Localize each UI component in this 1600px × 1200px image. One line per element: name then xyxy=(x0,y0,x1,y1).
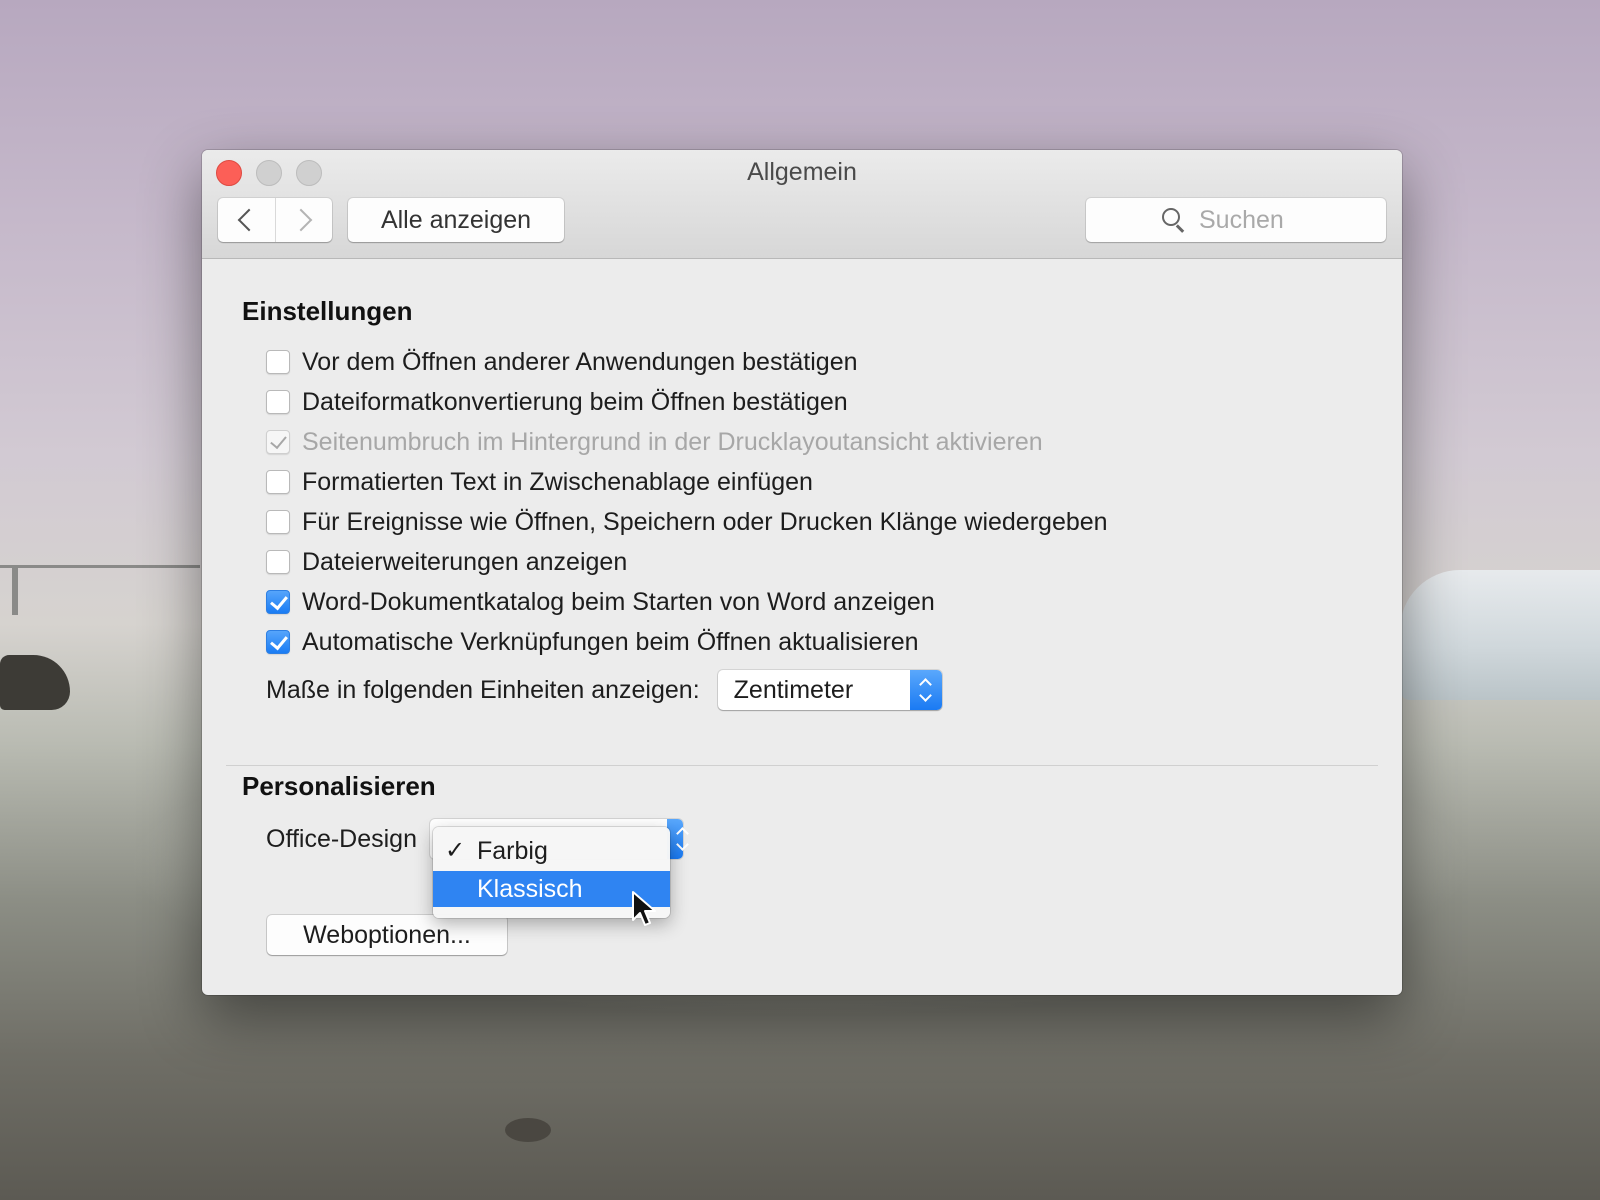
settings-checkbox-list: Vor dem Öffnen anderer Anwendungen bestä… xyxy=(266,342,1108,662)
preferences-window: Allgemein Alle anzeigen Einstellungen Vo… xyxy=(202,150,1402,995)
office-design-row: Office-Design xyxy=(266,819,417,859)
forward-button[interactable] xyxy=(274,198,333,242)
checkbox[interactable] xyxy=(266,550,290,574)
mouse-pointer-icon xyxy=(632,891,656,926)
chevron-left-icon xyxy=(237,208,261,232)
units-label: Maße in folgenden Einheiten anzeigen: xyxy=(266,675,700,704)
checkbox-row[interactable]: Vor dem Öffnen anderer Anwendungen bestä… xyxy=(266,342,1108,382)
checkbox-label[interactable]: Für Ereignisse wie Öffnen, Speichern ode… xyxy=(302,508,1108,537)
menu-item-farbig[interactable]: ✓ Farbig xyxy=(433,833,670,869)
show-all-button[interactable]: Alle anzeigen xyxy=(348,198,564,242)
background-rock xyxy=(0,655,70,710)
checkbox-label: Seitenumbruch im Hintergrund in der Druc… xyxy=(302,427,1043,456)
checkbox[interactable] xyxy=(266,390,290,414)
background-pebble xyxy=(505,1118,551,1142)
checkbox-row[interactable]: Dateiformatkonvertierung beim Öffnen bes… xyxy=(266,382,1108,422)
checkbox-label[interactable]: Dateiformatkonvertierung beim Öffnen bes… xyxy=(302,388,848,417)
search-icon xyxy=(1161,207,1187,233)
checkmark-icon: ✓ xyxy=(445,837,466,864)
back-button[interactable] xyxy=(218,198,275,242)
chevron-right-icon xyxy=(289,208,313,232)
checkbox-row: Seitenumbruch im Hintergrund in der Druc… xyxy=(266,422,1108,462)
checkbox-row[interactable]: Word-Dokumentkatalog beim Starten von Wo… xyxy=(266,582,1108,622)
search-input[interactable] xyxy=(1197,204,1311,236)
checkbox[interactable] xyxy=(266,510,290,534)
office-design-label: Office-Design xyxy=(266,824,417,853)
background-ice xyxy=(1400,570,1600,700)
navigation-buttons xyxy=(218,198,332,242)
checkbox-row[interactable]: Automatische Verknüpfungen beim Öffnen a… xyxy=(266,622,1108,662)
search-field[interactable] xyxy=(1086,198,1386,242)
checkbox-row[interactable]: Für Ereignisse wie Öffnen, Speichern ode… xyxy=(266,502,1108,542)
checkbox-row[interactable]: Formatierten Text in Zwischenablage einf… xyxy=(266,462,1108,502)
background-bridge xyxy=(0,565,200,568)
background-bridge-tower xyxy=(12,565,18,615)
checkbox-label[interactable]: Word-Dokumentkatalog beim Starten von Wo… xyxy=(302,588,935,617)
units-popup[interactable]: Zentimeter xyxy=(717,670,942,710)
titlebar: Allgemein Alle anzeigen xyxy=(202,150,1402,259)
units-row: Maße in folgenden Einheiten anzeigen: Ze… xyxy=(266,670,942,710)
units-popup-value: Zentimeter xyxy=(733,676,854,704)
settings-heading: Einstellungen xyxy=(242,296,413,326)
web-options-button[interactable]: Weboptionen... xyxy=(267,915,507,955)
section-divider xyxy=(226,765,1378,766)
checkbox-label[interactable]: Dateierweiterungen anzeigen xyxy=(302,548,627,577)
menu-item-label: Farbig xyxy=(477,837,548,865)
checkbox-label[interactable]: Vor dem Öffnen anderer Anwendungen bestä… xyxy=(302,348,858,377)
checkbox-row[interactable]: Dateierweiterungen anzeigen xyxy=(266,542,1108,582)
checkbox-label[interactable]: Automatische Verknüpfungen beim Öffnen a… xyxy=(302,628,919,657)
checkbox[interactable] xyxy=(266,470,290,494)
personalize-heading: Personalisieren xyxy=(242,771,436,801)
checkbox[interactable] xyxy=(266,630,290,654)
checkbox[interactable] xyxy=(266,590,290,614)
checkbox[interactable] xyxy=(266,350,290,374)
up-down-arrows-icon xyxy=(909,670,942,710)
checkbox-label[interactable]: Formatierten Text in Zwischenablage einf… xyxy=(302,468,813,497)
menu-item-label: Klassisch xyxy=(477,875,583,903)
checkbox xyxy=(266,430,290,454)
window-title: Allgemein xyxy=(747,158,857,186)
